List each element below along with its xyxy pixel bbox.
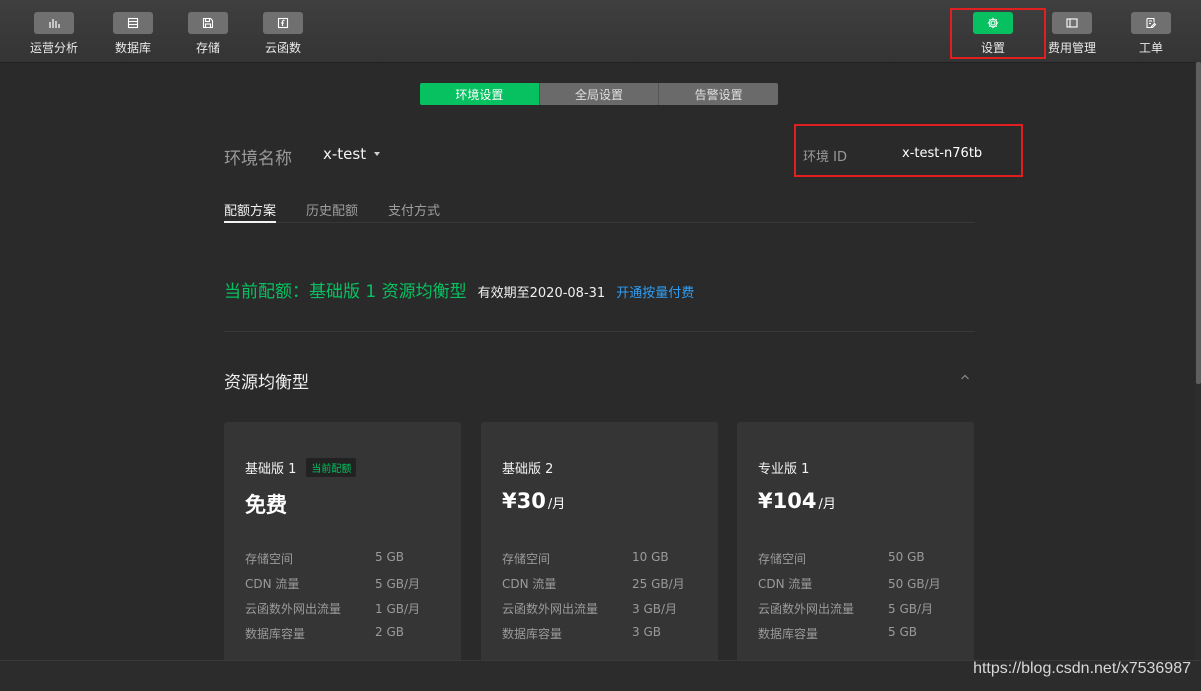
plan-card-head: 专业版 1: [758, 458, 809, 477]
env-name-dropdown[interactable]: x-test: [323, 145, 381, 163]
spec-value: 50 GB: [888, 550, 925, 564]
spec-value: 3 GB: [632, 625, 661, 639]
divider: [224, 331, 975, 332]
plan-name: 专业版 1: [758, 462, 810, 477]
storage-icon: [188, 12, 228, 34]
env-name-value: x-test: [323, 145, 367, 163]
spec-label: CDN 流量: [245, 577, 300, 591]
spec-label: 云函数外网出流量: [758, 602, 855, 616]
plan-price: ¥30 /月: [502, 489, 565, 513]
toolbar-label: 费用管理: [1047, 41, 1096, 55]
current-quota-title: 当前配额：基础版 1 资源均衡型: [224, 282, 467, 302]
watermark: https://blog.csdn.net/x7536987: [973, 660, 1191, 677]
enable-pay-as-you-go-link[interactable]: 开通按量付费: [616, 282, 694, 301]
quota-expire-date: 有效期至2020-08-31: [477, 286, 606, 301]
top-toolbar: 运营分析 数据库 存储 云函数 设置 费用管理 工单: [0, 0, 1201, 63]
plan-card-pro-1[interactable]: 专业版 1 ¥104 /月 存储空间 50 GB CDN 流量 50 GB/月 …: [737, 422, 974, 682]
ticket-icon: [1131, 12, 1171, 34]
toolbar-item-storage[interactable]: 存储: [168, 12, 248, 58]
toolbar-item-database[interactable]: 数据库: [93, 12, 173, 58]
spec-label: 数据库容量: [758, 627, 819, 641]
spec-value: 5 GB: [888, 625, 917, 639]
plan-card-head: 基础版 1 当前配额: [245, 458, 357, 477]
spec-value: 2 GB: [375, 625, 404, 639]
plan-name: 基础版 1: [245, 462, 297, 477]
env-name-label: 环境名称: [224, 149, 292, 169]
bar-chart-icon: [34, 12, 74, 34]
plan-name: 基础版 2: [502, 462, 554, 477]
price-unit: /月: [547, 497, 566, 512]
highlight-box-env-id: [794, 124, 1023, 177]
plan-price: 免费: [245, 489, 287, 519]
subtab-quota-history[interactable]: 历史配额: [306, 200, 358, 221]
current-plan-badge: 当前配额: [306, 458, 357, 477]
settings-tabs: 环境设置 全局设置 告警设置: [420, 83, 778, 105]
spec-value: 10 GB: [632, 550, 669, 564]
spec-label: CDN 流量: [758, 577, 813, 591]
toolbar-item-analytics[interactable]: 运营分析: [14, 12, 94, 58]
spec-value: 3 GB/月: [632, 602, 678, 616]
spec-label: 云函数外网出流量: [502, 602, 599, 616]
price-amount: ¥104: [758, 489, 817, 513]
plan-card-basic-2[interactable]: 基础版 2 ¥30 /月 存储空间 10 GB CDN 流量 25 GB/月 云…: [481, 422, 718, 682]
toolbar-label: 工单: [1138, 41, 1163, 55]
function-icon: [263, 12, 303, 34]
spec-value: 1 GB/月: [375, 602, 421, 616]
spec-label: 云函数外网出流量: [245, 602, 342, 616]
quota-subtabs: 配额方案 历史配额 支付方式: [224, 200, 975, 223]
tab-env-settings[interactable]: 环境设置: [420, 83, 539, 105]
plan-price: ¥104 /月: [758, 489, 836, 513]
chevron-up-icon[interactable]: [958, 369, 972, 383]
database-icon: [113, 12, 153, 34]
toolbar-item-tickets[interactable]: 工单: [1111, 12, 1191, 58]
toolbar-label: 数据库: [114, 41, 151, 55]
spec-value: 25 GB/月: [632, 577, 685, 591]
highlight-box-settings: [950, 8, 1046, 59]
price-amount: 免费: [245, 493, 287, 517]
toolbar-label: 存储: [195, 41, 220, 55]
toolbar-item-functions[interactable]: 云函数: [243, 12, 323, 58]
spec-value: 50 GB/月: [888, 577, 941, 591]
subtab-quota-plan[interactable]: 配额方案: [224, 200, 277, 223]
toolbar-label: 运营分析: [29, 41, 78, 55]
spec-value: 5 GB/月: [888, 602, 934, 616]
scrollbar-thumb[interactable]: [1196, 62, 1201, 384]
caret-down-icon: [374, 152, 381, 156]
price-amount: ¥30: [502, 489, 546, 513]
spec-label: 数据库容量: [502, 627, 563, 641]
section-title: 资源均衡型: [224, 373, 309, 393]
plan-card-basic-1[interactable]: 基础版 1 当前配额 免费 存储空间 5 GB CDN 流量 5 GB/月 云函…: [224, 422, 461, 682]
current-quota-line: 当前配额：基础版 1 资源均衡型 有效期至2020-08-31 开通按量付费: [224, 277, 694, 302]
tab-global-settings[interactable]: 全局设置: [538, 83, 659, 105]
spec-label: 存储空间: [245, 552, 294, 566]
spec-value: 5 GB: [375, 550, 404, 564]
tab-alert-settings[interactable]: 告警设置: [658, 83, 778, 105]
spec-label: 数据库容量: [245, 627, 306, 641]
plan-card-head: 基础版 2: [502, 458, 553, 477]
spec-value: 5 GB/月: [375, 577, 421, 591]
spec-label: 存储空间: [758, 552, 807, 566]
spec-label: 存储空间: [502, 552, 551, 566]
subtab-payment-method[interactable]: 支付方式: [388, 200, 440, 221]
toolbar-label: 云函数: [264, 41, 301, 55]
price-unit: /月: [818, 497, 836, 512]
spec-label: CDN 流量: [502, 577, 557, 591]
billing-icon: [1052, 12, 1092, 34]
